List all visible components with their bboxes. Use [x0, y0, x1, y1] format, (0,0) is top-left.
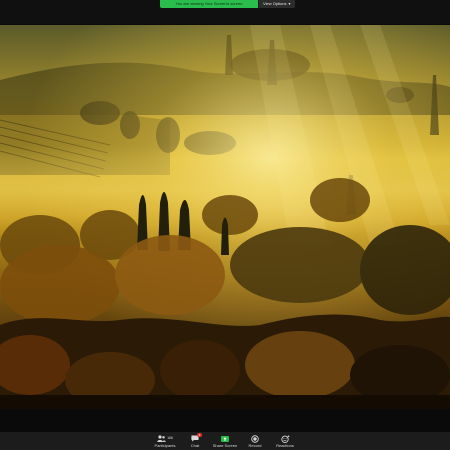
view-options-button[interactable]: View Options ▾: [258, 0, 295, 8]
meeting-toolbar: 166 Participants 1 Chat Share Screen Rec…: [0, 432, 450, 450]
landscape-photo: [0, 25, 450, 409]
share-notice-text: You are viewing Your Screen's screen: [160, 0, 258, 8]
shared-view-bottom-gap: [0, 409, 450, 432]
shared-screen-view[interactable]: [0, 25, 450, 409]
chat-button[interactable]: 1 Chat: [180, 432, 210, 450]
participants-label: Participants: [154, 443, 176, 448]
participants-button[interactable]: 166 Participants: [150, 432, 180, 450]
chat-label: Chat: [190, 443, 200, 448]
smiley-plus-icon: [280, 434, 289, 443]
view-options-label: View Options: [263, 1, 287, 6]
share-screen-button[interactable]: Share Screen: [210, 432, 240, 450]
share-screen-label: Share Screen: [212, 443, 238, 448]
screen-share-banner: You are viewing Your Screen's screen Vie…: [160, 0, 295, 8]
record-icon: [251, 434, 259, 443]
chevron-down-icon: ▾: [288, 1, 291, 6]
reactions-label: Reactions: [276, 443, 294, 448]
record-button[interactable]: Record: [240, 432, 270, 450]
people-icon: [157, 435, 166, 442]
reactions-button[interactable]: Reactions: [270, 432, 300, 450]
chat-unread-badge: 1: [197, 433, 202, 437]
share-screen-icon: [221, 435, 229, 442]
record-label: Record: [248, 443, 262, 448]
participant-count: 166: [167, 436, 173, 440]
